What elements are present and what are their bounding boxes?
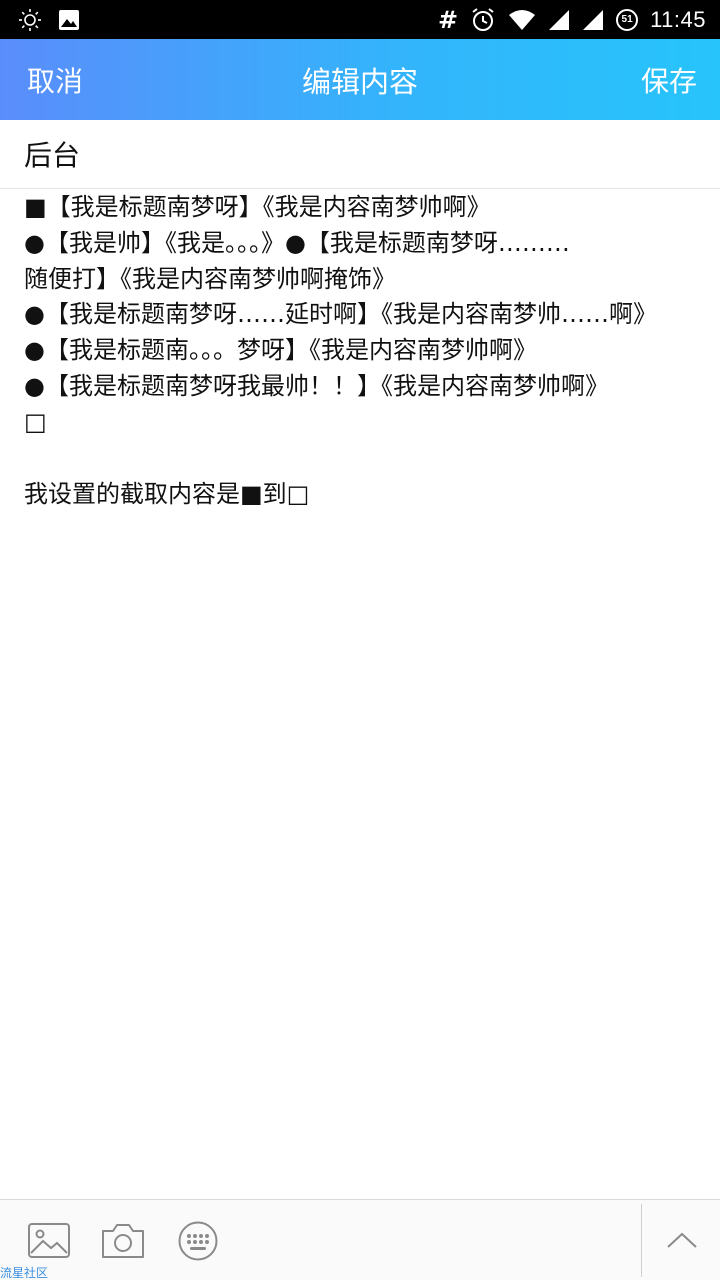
brightness-icon — [18, 8, 42, 32]
status-bar-right: # 51 11:45 — [438, 6, 706, 34]
content-line: ●【我是标题南梦呀……延时啊】《我是内容南梦帅……啊》 — [24, 300, 657, 329]
signal-icon-2 — [582, 9, 604, 31]
title-input[interactable]: 后台 — [0, 120, 720, 189]
content-line: ●【我是标题南梦呀我最帅！！】《我是内容南梦帅啊》 — [24, 371, 609, 400]
chevron-up-icon — [667, 1232, 697, 1248]
status-bar-left — [18, 8, 80, 32]
save-button[interactable]: 保存 — [641, 39, 697, 120]
screen: # 51 11:45 编辑内容 取消 保存 后台 ■【我是标题南梦呀】《我是内容… — [0, 0, 720, 1280]
content-line: 随便打】《我是内容南梦帅啊掩饰》 — [24, 264, 396, 293]
battery-saver-icon: 51 — [616, 8, 639, 31]
image-notification-icon — [58, 9, 80, 31]
content-line: ●【我是帅】《我是。。。》●【我是标题南梦呀……… — [24, 228, 570, 257]
page-title: 编辑内容 — [301, 64, 418, 99]
content-line: □ — [24, 407, 47, 436]
content-note: 我设置的截取内容是■到□ — [24, 479, 310, 508]
alarm-icon — [470, 7, 496, 33]
insert-image-button[interactable] — [26, 1218, 72, 1264]
content-line: ■【我是标题南梦呀】《我是内容南梦帅啊》 — [24, 193, 491, 221]
hash-indicator: # — [437, 5, 459, 34]
collapse-toolbar-button[interactable] — [660, 1218, 704, 1262]
cancel-button[interactable]: 取消 — [27, 39, 83, 120]
watermark-text: 流星社区 — [0, 1266, 49, 1280]
image-icon — [28, 1223, 70, 1258]
signal-icon — [548, 9, 570, 31]
content-line: ●【我是标题南。。。梦呀】《我是内容南梦帅啊》 — [24, 336, 537, 365]
emoji-keyboard-button[interactable] — [175, 1218, 221, 1264]
wifi-icon — [508, 9, 536, 31]
emoji-keyboard-icon — [178, 1221, 218, 1261]
camera-icon — [102, 1224, 144, 1258]
toolbar-divider — [641, 1204, 642, 1277]
editor-toolbar — [0, 1199, 720, 1280]
status-time: 11:45 — [650, 6, 706, 32]
status-bar: # 51 11:45 — [0, 0, 720, 39]
camera-button[interactable] — [100, 1218, 146, 1264]
app-header: 编辑内容 取消 保存 — [0, 39, 720, 120]
content-editor[interactable]: ■【我是标题南梦呀】《我是内容南梦帅啊》 ●【我是帅】《我是。。。》●【我是标题… — [24, 190, 704, 512]
